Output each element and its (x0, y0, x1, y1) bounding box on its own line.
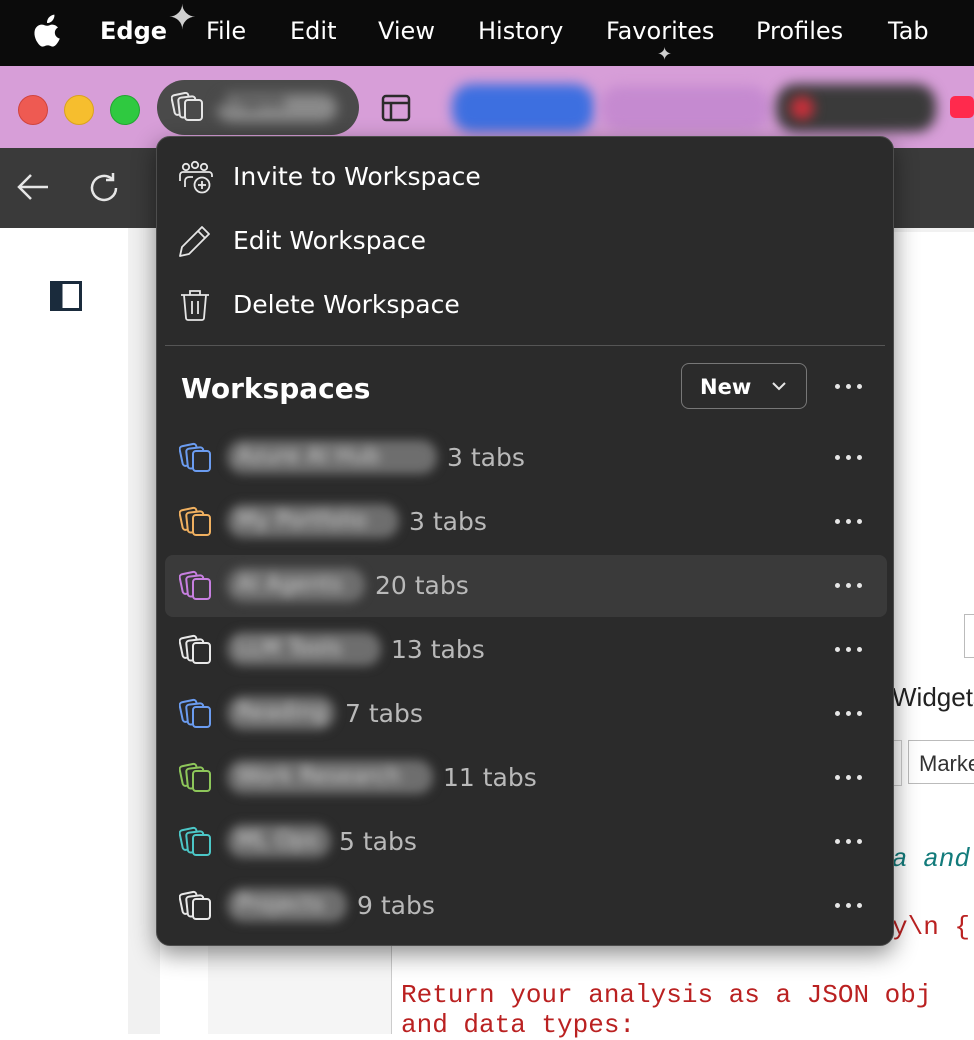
workspace-icon (179, 506, 211, 536)
workspace-menu: Invite to Workspace Edit Workspace Delet… (156, 136, 894, 946)
tab-actions-icon[interactable] (381, 94, 411, 122)
workspace-tab-count: 11 tabs (443, 763, 537, 792)
workspace-row[interactable]: Work Research 11 tabs (165, 747, 887, 809)
workspace-name-blurred: AI Agents (227, 568, 365, 602)
tab-blurred[interactable] (452, 84, 594, 132)
notebook-left-panel (0, 228, 128, 1034)
window-zoom-button[interactable] (110, 95, 140, 125)
back-arrow-icon[interactable] (16, 172, 50, 202)
workspace-icon (179, 698, 211, 728)
workspace-icon (179, 826, 211, 856)
code-fragment: y\n { (892, 912, 971, 942)
menu-divider (165, 345, 885, 346)
workspace-icon (179, 442, 211, 472)
sparkle-decoration: ✦ (657, 44, 673, 65)
workspace-tab-count: 9 tabs (357, 891, 435, 920)
widgets-label[interactable]: Widgets (892, 682, 974, 713)
workspace-tab-count: 3 tabs (409, 507, 487, 536)
cell-type-value: Marke (919, 751, 974, 776)
menu-app-edge[interactable]: Edge (100, 17, 167, 45)
workspace-row[interactable]: My Portfolio 3 tabs (165, 491, 887, 553)
code-fragment: a and (892, 844, 971, 874)
workspace-more-icon[interactable] (835, 710, 865, 718)
tab-blurred[interactable] (600, 86, 770, 130)
menu-edit[interactable]: Edit (290, 17, 336, 45)
workspace-name-blurred: Reading (227, 696, 335, 730)
menu-view[interactable]: View (378, 17, 435, 45)
workspace-name-blurred: AI Agents (217, 94, 337, 122)
invite-people-icon (179, 160, 213, 194)
cell-prompt-area (208, 944, 391, 1034)
workspace-more-icon[interactable] (835, 902, 865, 910)
workspace-tab-count: 13 tabs (391, 635, 485, 664)
workspace-name-blurred: LLM Tools (227, 632, 381, 666)
workspace-tab-count: 20 tabs (375, 571, 469, 600)
workspace-more-icon[interactable] (835, 838, 865, 846)
delete-workspace-label: Delete Workspace (233, 290, 460, 319)
workspace-row[interactable]: Azure AI Hub 3 tabs (165, 427, 887, 489)
workspace-name-blurred: Azure AI Hub (227, 440, 437, 474)
edit-workspace-label: Edit Workspace (233, 226, 427, 255)
workspace-more-icon[interactable] (835, 646, 865, 654)
edit-workspace-item[interactable]: Edit Workspace (157, 211, 893, 271)
menu-tab[interactable]: Tab (888, 17, 929, 45)
workspace-switcher-button[interactable]: AI Agents (157, 80, 359, 135)
workspace-icon (179, 570, 211, 600)
window-close-button[interactable] (18, 95, 48, 125)
workspace-icon (179, 762, 211, 792)
new-workspace-button[interactable]: New (681, 363, 807, 409)
workspace-tab-count: 7 tabs (345, 699, 423, 728)
workspaces-more-icon[interactable] (835, 383, 865, 391)
chevron-down-icon (772, 382, 786, 391)
invite-to-workspace-label: Invite to Workspace (233, 162, 481, 191)
workspace-name-blurred: Projects (227, 888, 347, 922)
menu-history[interactable]: History (478, 17, 563, 45)
code-line: and data types: (401, 1010, 636, 1040)
invite-to-workspace-item[interactable]: Invite to Workspace (157, 147, 893, 207)
tab-favicon-blurred (790, 96, 814, 120)
trash-icon (181, 290, 209, 321)
cell-type-select[interactable]: Marke (908, 740, 974, 784)
notebook-input-box[interactable] (964, 614, 974, 658)
workspace-row[interactable]: Projects 9 tabs (165, 875, 887, 937)
workspace-row-active[interactable]: AI Agents 20 tabs (165, 555, 887, 617)
workspace-tab-count: 5 tabs (339, 827, 417, 856)
window-minimize-button[interactable] (64, 95, 94, 125)
menu-profiles[interactable]: Profiles (756, 17, 843, 45)
workspace-more-icon[interactable] (835, 454, 865, 462)
workspace-row[interactable]: ML Ops 5 tabs (165, 811, 887, 873)
macos-menu-bar: Edge File Edit View History Favorites Pr… (0, 0, 974, 66)
workspaces-heading: Workspaces (181, 372, 371, 405)
workspace-icon (179, 890, 211, 920)
delete-workspace-item[interactable]: Delete Workspace (157, 275, 893, 335)
menu-favorites[interactable]: Favorites (606, 17, 714, 45)
workspace-name-blurred: ML Ops (227, 824, 331, 858)
workspace-row[interactable]: LLM Tools 13 tabs (165, 619, 887, 681)
sidebar-toggle-icon[interactable] (50, 281, 82, 311)
notebook-panel (892, 387, 974, 605)
workspace-name-blurred: Work Research (227, 760, 433, 794)
workspace-icon (179, 634, 211, 664)
workspace-tab-count: 3 tabs (447, 443, 525, 472)
refresh-icon[interactable] (86, 170, 122, 206)
workspace-more-icon[interactable] (835, 582, 865, 590)
workspace-icon (171, 92, 203, 121)
workspace-name-blurred: My Portfolio (227, 504, 399, 538)
pencil-icon (179, 226, 210, 257)
apple-logo-icon[interactable] (33, 14, 61, 48)
workspace-more-icon[interactable] (835, 774, 865, 782)
new-button-label: New (700, 375, 752, 399)
notebook-panel (892, 232, 974, 382)
menu-file[interactable]: File (206, 17, 246, 45)
youtube-favicon-icon (950, 96, 974, 118)
sparkle-decoration: ✦ (168, 0, 197, 38)
workspace-more-icon[interactable] (835, 518, 865, 526)
workspace-row[interactable]: Reading 7 tabs (165, 683, 887, 745)
cell-border (391, 944, 392, 1034)
code-line: Return your analysis as a JSON obj (401, 980, 932, 1010)
